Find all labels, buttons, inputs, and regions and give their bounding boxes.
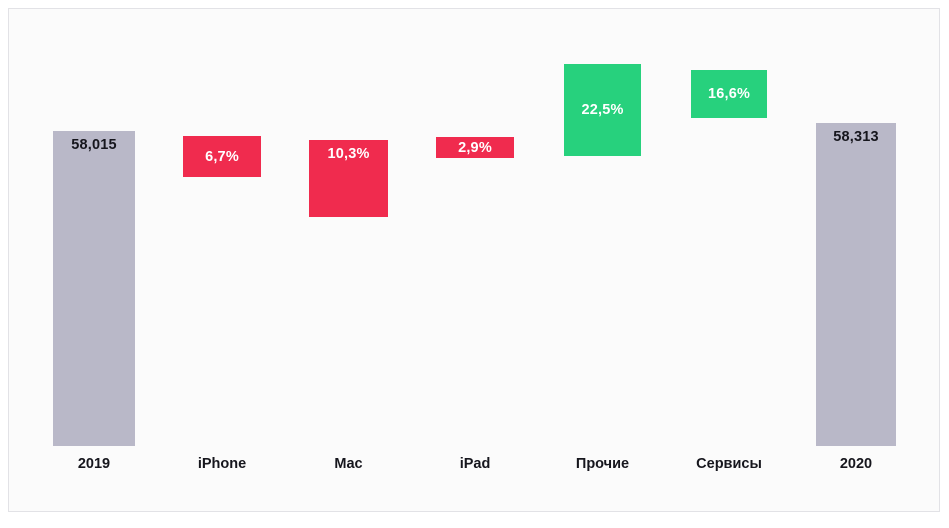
category-label-2019: 2019 xyxy=(77,456,111,472)
bar-прочие[interactable]: 22,5% xyxy=(564,64,641,156)
bar-value-label: 22,5% xyxy=(581,102,624,118)
bar-value-label: 58,015 xyxy=(71,137,117,153)
bar-value-label: 58,313 xyxy=(833,129,879,145)
bar-value-label: 2,9% xyxy=(458,139,492,156)
category-label-iphone: iPhone xyxy=(197,456,247,472)
bar-iphone[interactable]: 6,7% xyxy=(183,136,261,177)
bar-ipad[interactable]: 2,9% xyxy=(436,137,514,158)
category-label-сервисы: Сервисы xyxy=(696,456,762,472)
waterfall-chart-frame: 58,015 2019 6,7% iPhone 10,3% Mac 2,9% iPad 22,5… xyxy=(8,8,940,512)
category-label-mac: Mac xyxy=(334,456,363,472)
bar-2020[interactable]: 58,313 xyxy=(816,123,896,446)
chart-plot-area: 58,015 2019 6,7% iPhone 10,3% Mac 2,9% iPad 22,5… xyxy=(9,9,939,511)
bar-mac[interactable]: 10,3% xyxy=(309,140,388,217)
category-label-2020: 2020 xyxy=(839,456,873,472)
bar-value-label: 6,7% xyxy=(205,148,239,165)
bar-value-label: 10,3% xyxy=(327,146,370,162)
bar-сервисы[interactable]: 16,6% xyxy=(691,70,767,118)
bar-value-label: 16,6% xyxy=(707,86,751,102)
category-label-прочие: Прочие xyxy=(575,456,630,472)
bar-2019[interactable]: 58,015 xyxy=(53,131,135,446)
category-label-ipad: iPad xyxy=(459,456,491,472)
